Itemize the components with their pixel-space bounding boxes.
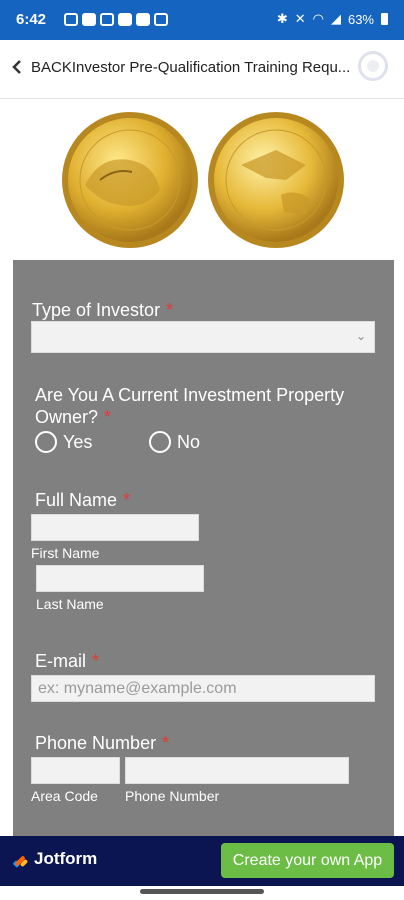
chevron-down-icon: ⌄	[355, 329, 366, 343]
wifi-icon: ◠	[312, 11, 324, 26]
youtube-icon-3	[136, 13, 150, 26]
area-code-input[interactable]	[31, 757, 120, 784]
calendar-icon	[64, 13, 78, 26]
page-title: BACKInvestor Pre-Qualification Training …	[31, 59, 351, 76]
first-name-input[interactable]	[31, 514, 199, 541]
required-marker: *	[162, 733, 170, 753]
property-owner-label: Are You A Current Investment Property Ow…	[35, 385, 345, 427]
create-app-button[interactable]: Create your own App	[221, 843, 394, 878]
form-panel: Type of Investor * ⌄ Are You A Current In…	[13, 260, 394, 840]
loading-spinner	[358, 51, 388, 81]
required-marker: *	[104, 407, 112, 427]
jotform-logo-icon	[13, 856, 28, 868]
last-name-sublabel: Last Name	[36, 596, 104, 612]
youtube-icon	[82, 13, 96, 26]
chevron-left-icon	[12, 60, 21, 74]
radio-no[interactable]: No	[149, 431, 200, 453]
required-marker: *	[166, 300, 174, 320]
coin-back-image	[208, 112, 344, 248]
first-name-sublabel: First Name	[31, 545, 100, 561]
required-marker: *	[92, 651, 100, 671]
tools-icon	[100, 13, 114, 26]
notification-icons	[64, 13, 168, 26]
gold-coins-image	[60, 110, 350, 250]
phone-number-sublabel: Phone Number	[125, 788, 220, 804]
home-indicator[interactable]	[140, 889, 264, 894]
last-name-input[interactable]	[36, 565, 204, 592]
bluetooth-icon: ✱	[276, 11, 288, 26]
system-icons: ✱ ✕ ◠ ◢ 63%	[277, 11, 388, 27]
investor-type-select[interactable]: ⌄	[31, 321, 375, 353]
phone-label: Phone Number *	[35, 733, 170, 753]
battery-icon	[381, 13, 388, 25]
mute-icon: ✕	[294, 11, 306, 26]
phone-number-input[interactable]	[125, 757, 349, 784]
email-placeholder: ex: myname@example.com	[38, 680, 237, 697]
required-marker: *	[123, 490, 131, 510]
investor-type-label: Type of Investor *	[32, 300, 174, 320]
status-time: 6:42	[16, 11, 47, 28]
email-input[interactable]: ex: myname@example.com	[31, 675, 375, 702]
signal-icon: ◢	[330, 11, 341, 26]
jotform-brand[interactable]: Jotform	[34, 849, 97, 869]
coin-front-image	[62, 112, 198, 248]
battery-percent: 63%	[347, 11, 374, 27]
app-header: BACKInvestor Pre-Qualification Training …	[0, 40, 404, 99]
back-button[interactable]	[10, 56, 24, 84]
radio-yes[interactable]: Yes	[35, 431, 92, 453]
area-code-sublabel: Area Code	[31, 788, 98, 804]
radio-circle-yes[interactable]	[35, 431, 57, 453]
full-name-label: Full Name *	[35, 490, 131, 510]
radio-circle-no[interactable]	[149, 431, 171, 453]
facebook-icon	[154, 13, 168, 26]
status-bar: 6:42 ✱ ✕ ◠ ◢ 63%	[0, 0, 404, 40]
email-label: E-mail *	[35, 651, 100, 671]
youtube-icon-2	[118, 13, 132, 26]
